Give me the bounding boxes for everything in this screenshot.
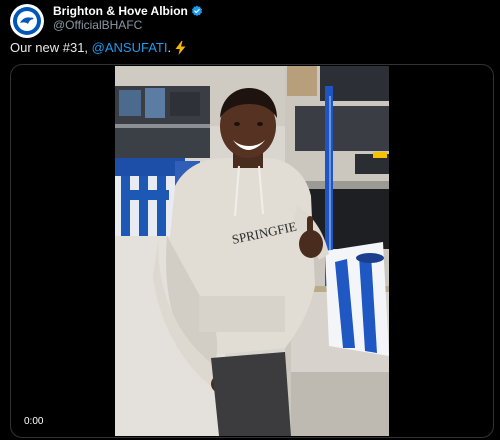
tweet-text-start: Our new #31, [10,40,92,55]
tweet-text: Our new #31, @ANSUFATI. [10,40,186,55]
tweet-text-end: . [167,40,172,55]
lightning-bolt-icon [175,40,186,55]
video-player[interactable]: SPRINGFIE 0:00 [10,64,494,438]
author-name[interactable]: Brighton & Hove Albion [53,4,188,18]
video-timestamp: 0:00 [24,416,44,427]
verified-badge-icon [191,5,203,17]
author-info: Brighton & Hove Albion @OfficialBHAFC [53,4,203,32]
tweet-card: Brighton & Hove Albion @OfficialBHAFC Ou… [0,0,500,440]
author-name-row: Brighton & Hove Albion [53,4,203,18]
tweet-header: Brighton & Hove Albion @OfficialBHAFC [10,4,203,38]
club-crest-icon [13,7,41,35]
mention-link[interactable]: @ANSUFATI [92,40,168,55]
author-handle[interactable]: @OfficialBHAFC [53,18,203,32]
avatar[interactable] [10,4,44,38]
video-thumbnail[interactable]: SPRINGFIE [115,66,389,436]
